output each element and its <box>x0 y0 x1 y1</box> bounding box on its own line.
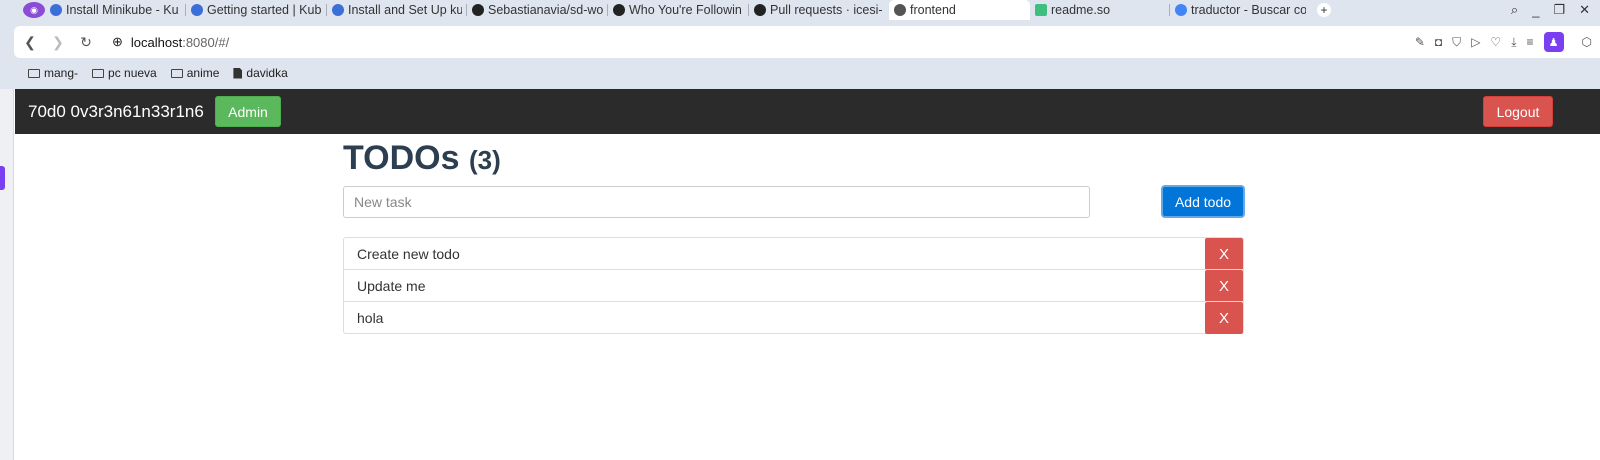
url-host: localhost <box>130 34 183 50</box>
minimize-icon[interactable]: _ <box>1532 3 1539 18</box>
list-item: hola X <box>343 301 1244 334</box>
tab[interactable]: Install Minikube - Ku <box>45 0 186 20</box>
kubernetes-icon <box>191 4 203 16</box>
tab-title: frontend <box>910 3 956 17</box>
heart-icon[interactable]: ♡ <box>1490 35 1501 49</box>
cube-icon[interactable]: ⬡ <box>1582 35 1592 49</box>
kubernetes-icon <box>50 4 62 16</box>
folder-icon <box>170 68 183 78</box>
kubernetes-icon <box>332 4 344 16</box>
globe-icon <box>894 4 906 16</box>
tab[interactable]: Who You're Followin <box>608 0 749 20</box>
browser-chrome: ◉ Install Minikube - Ku Getting started … <box>0 0 1600 89</box>
tab-title: Sebastianavia/sd-wo <box>488 3 603 17</box>
address-toolbar: ❮ ❯ ↻ ⊕ localhost:8080/#/ ✎ ◘ ⛉ ▷ ♡ ⤓ ≡ … <box>14 26 1600 58</box>
list-item: Update me X <box>343 269 1244 302</box>
app-navbar: 70d0 0v3r3n61n33r1n6 Admin Logout <box>15 89 1600 134</box>
address-bar[interactable]: ⊕ localhost:8080/#/ <box>112 34 229 50</box>
side-panel-handle[interactable] <box>0 166 5 190</box>
tab-bar: ◉ Install Minikube - Ku Getting started … <box>0 0 1600 20</box>
tab-title: readme.so <box>1051 3 1111 17</box>
todo-text[interactable]: Update me <box>357 278 425 294</box>
github-icon <box>472 4 484 16</box>
reload-icon[interactable]: ↻ <box>72 34 100 51</box>
bookmark-label: davidka <box>246 66 288 80</box>
toolbar-actions: ✎ ◘ ⛉ ▷ ♡ ⤓ ≡ ♟ ⬡ <box>1415 26 1592 58</box>
page-title-text: TODOs <box>343 139 460 177</box>
extension-icon[interactable]: ♟ <box>1543 32 1564 52</box>
app-brand[interactable]: 70d0 0v3r3n61n33r1n6 <box>28 102 204 122</box>
tab[interactable]: readme.so <box>1030 0 1170 20</box>
bookmarks-bar: mang- pc nueva anime davidka <box>14 62 288 84</box>
github-icon <box>613 4 625 16</box>
bookmark-label: pc nueva <box>108 66 157 80</box>
google-icon <box>1175 4 1187 16</box>
readme-icon <box>1035 4 1047 16</box>
bookmark-folder[interactable]: mang- <box>28 66 78 80</box>
restore-icon[interactable]: ❐ <box>1553 2 1565 18</box>
logout-button[interactable]: Logout <box>1483 96 1553 127</box>
tab-title: Who You're Followin <box>629 3 742 17</box>
close-icon[interactable]: ✕ <box>1579 2 1590 18</box>
back-icon[interactable]: ❮ <box>16 34 44 51</box>
url-path: :8080/#/ <box>182 34 230 50</box>
tab[interactable]: Getting started | Kub <box>186 0 327 20</box>
tab-active[interactable]: frontend <box>889 0 1030 20</box>
play-icon[interactable]: ▷ <box>1471 35 1480 49</box>
new-task-input[interactable] <box>343 186 1090 218</box>
tab-title: traductor - Buscar co <box>1191 3 1306 17</box>
folder-icon <box>92 68 105 78</box>
window-controls: ⌕ _ ❐ ✕ <box>1511 0 1600 20</box>
tab[interactable]: Sebastianavia/sd-wo <box>467 0 608 20</box>
bookmark-folder[interactable]: anime <box>170 66 220 80</box>
shield-icon[interactable]: ⛉ <box>1452 35 1461 50</box>
forward-icon[interactable]: ❯ <box>44 34 72 51</box>
file-icon <box>233 67 243 79</box>
site-info-icon[interactable]: ⊕ <box>112 34 123 50</box>
delete-todo-button[interactable]: X <box>1205 302 1243 334</box>
camera-icon[interactable]: ◘ <box>1435 35 1442 49</box>
bookmark-file[interactable]: davidka <box>233 66 288 80</box>
new-tab-button[interactable]: + <box>1317 3 1331 17</box>
tab-title: Install and Set Up ku <box>348 3 462 17</box>
tab[interactable]: Pull requests · icesi- <box>749 0 889 20</box>
side-panel-strip <box>0 89 14 460</box>
folder-icon <box>28 68 40 78</box>
tab-title: Install Minikube - Ku <box>66 3 179 17</box>
github-icon <box>754 4 766 16</box>
menu-icon[interactable]: ≡ <box>1527 35 1534 49</box>
todo-text[interactable]: Create new todo <box>357 246 460 262</box>
bookmark-label: anime <box>186 66 220 80</box>
todo-count: (3) <box>468 145 501 175</box>
profile-icon[interactable]: ◉ <box>23 2 45 18</box>
bookmark-folder[interactable]: pc nueva <box>92 66 157 80</box>
delete-todo-button[interactable]: X <box>1205 238 1243 270</box>
add-todo-button[interactable]: Add todo <box>1161 185 1245 218</box>
todo-text[interactable]: hola <box>357 310 383 326</box>
tab[interactable]: traductor - Buscar co <box>1170 0 1311 20</box>
download-icon[interactable]: ⤓ <box>1511 35 1516 50</box>
tab[interactable]: Install and Set Up ku <box>327 0 467 20</box>
todo-list: Create new todo X Update me X hola X <box>343 237 1244 334</box>
bookmark-label: mang- <box>44 66 79 80</box>
page-title: TODOs (3) <box>343 139 501 178</box>
tab-title: Getting started | Kub <box>207 3 322 17</box>
admin-button[interactable]: Admin <box>215 96 281 127</box>
tab-title: Pull requests · icesi- <box>770 3 883 17</box>
delete-todo-button[interactable]: X <box>1205 270 1243 302</box>
edit-icon[interactable]: ✎ <box>1415 35 1425 49</box>
list-item: Create new todo X <box>343 237 1244 270</box>
search-tabs-icon[interactable]: ⌕ <box>1511 2 1518 18</box>
